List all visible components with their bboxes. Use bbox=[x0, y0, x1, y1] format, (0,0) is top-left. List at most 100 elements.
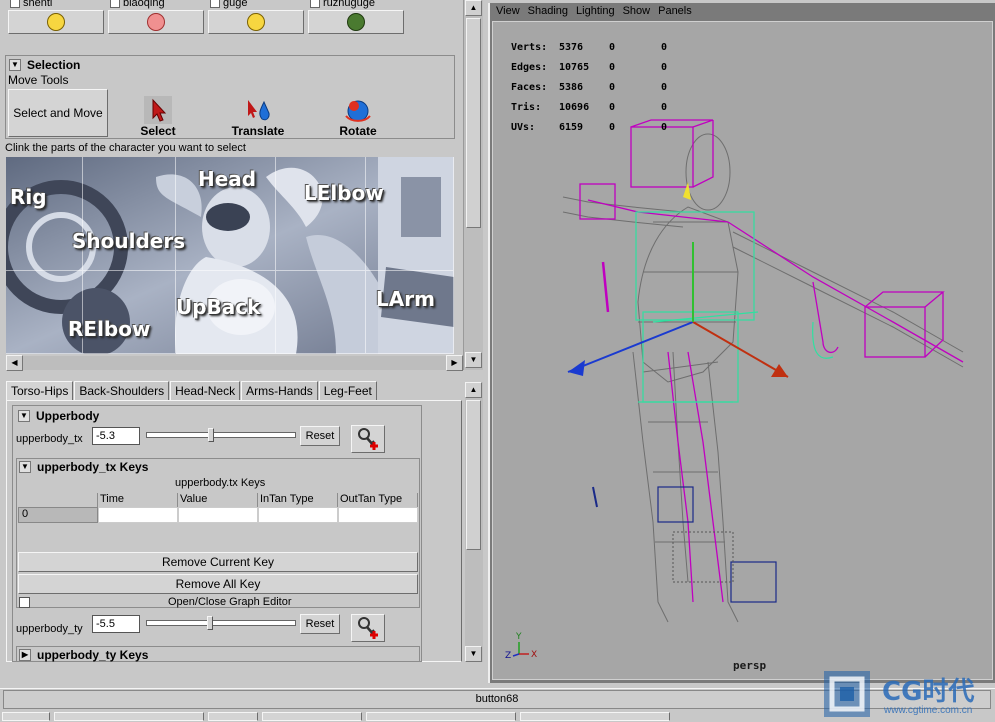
rotate-tool-button[interactable]: Rotate bbox=[328, 96, 388, 138]
soldier-face-icon bbox=[347, 13, 365, 31]
scroll-up-icon[interactable]: ▲ bbox=[465, 382, 482, 398]
collapse-arrow-icon[interactable]: ▼ bbox=[9, 59, 21, 71]
expression-cell-3: ruznuguge bbox=[306, 0, 406, 36]
scroll-down-icon[interactable]: ▼ bbox=[465, 646, 482, 662]
expand-arrow-icon[interactable]: ▶ bbox=[19, 649, 31, 661]
picker-cell[interactable] bbox=[366, 271, 454, 354]
tab-head-neck[interactable]: Head-Neck bbox=[170, 381, 241, 401]
cell-intan[interactable] bbox=[258, 507, 338, 523]
cgtime-logo-icon bbox=[824, 671, 870, 717]
picker-cell[interactable] bbox=[276, 157, 366, 271]
tab-torso-hips[interactable]: Torso-Hips bbox=[6, 381, 74, 401]
perspective-viewport[interactable]: View Shading Lighting Show Panels Y X Z … bbox=[488, 3, 995, 683]
taskbar-item[interactable] bbox=[2, 712, 50, 721]
axis-y-label: Y bbox=[515, 632, 522, 642]
expression-checkbox[interactable] bbox=[210, 0, 220, 8]
reset-ty-button[interactable]: Reset bbox=[300, 614, 340, 634]
picker-cell[interactable] bbox=[83, 157, 176, 271]
picker-cell[interactable] bbox=[83, 271, 176, 354]
expression-label: ruznuguge bbox=[323, 0, 375, 9]
scroll-thumb[interactable] bbox=[466, 18, 481, 228]
tab-vertical-scrollbar[interactable]: ▲ ▼ bbox=[465, 382, 483, 662]
upperbody-ty-field[interactable]: -5.5 bbox=[92, 615, 140, 633]
tab-leg-feet[interactable]: Leg-Feet bbox=[318, 381, 377, 401]
picker-horizontal-scrollbar[interactable]: ◀ ▶ bbox=[6, 355, 463, 371]
scroll-up-icon[interactable]: ▲ bbox=[465, 0, 482, 16]
scroll-thumb[interactable] bbox=[466, 400, 481, 550]
set-key-ty-button[interactable] bbox=[351, 614, 385, 642]
menu-show[interactable]: Show bbox=[623, 5, 651, 17]
expression-checkbox[interactable] bbox=[10, 0, 20, 8]
translate-tool-button[interactable]: Translate bbox=[228, 96, 288, 138]
menu-shading[interactable]: Shading bbox=[528, 5, 568, 17]
remove-all-key-button[interactable]: Remove All Key bbox=[18, 574, 418, 594]
character-picker-panel: shenti biaoqing guge ruznuguge ▼ Selecti… bbox=[0, 0, 486, 686]
select-tool-button[interactable]: Select bbox=[138, 96, 178, 138]
collapse-arrow-icon[interactable]: ▼ bbox=[19, 461, 31, 473]
maya-window: shenti biaoqing guge ruznuguge ▼ Selecti… bbox=[0, 0, 995, 722]
set-key-tx-button[interactable] bbox=[351, 425, 385, 453]
picker-vertical-scrollbar[interactable]: ▲ ▼ bbox=[463, 0, 483, 370]
expression-button-guge[interactable] bbox=[208, 10, 304, 34]
col-value: Value bbox=[178, 493, 258, 507]
viewport-menu-bar: View Shading Lighting Show Panels bbox=[496, 5, 692, 17]
scroll-down-icon[interactable]: ▼ bbox=[465, 352, 482, 368]
expression-button-biaoqing[interactable] bbox=[108, 10, 204, 34]
slider-handle[interactable] bbox=[208, 428, 215, 442]
reset-tx-button[interactable]: Reset bbox=[300, 426, 340, 446]
menu-view[interactable]: View bbox=[496, 5, 520, 17]
upperbody-tx-field[interactable]: -5.3 bbox=[92, 427, 140, 445]
picker-label-head[interactable]: Head bbox=[198, 167, 256, 191]
menu-panels[interactable]: Panels bbox=[658, 5, 692, 17]
expression-button-shenti[interactable] bbox=[8, 10, 104, 34]
picker-label-lelbow[interactable]: LElbow bbox=[304, 181, 384, 205]
axis-z-label: Z bbox=[505, 651, 511, 661]
expression-label: guge bbox=[223, 0, 248, 9]
slider-handle[interactable] bbox=[206, 616, 213, 630]
remove-current-key-button[interactable]: Remove Current Key bbox=[18, 552, 418, 572]
select-and-move-button[interactable]: Select and Move bbox=[8, 89, 108, 137]
poly-count-hud: Verts: 5376 0 0 Edges: 10765 0 0 Faces: 5386 0 0 … bbox=[511, 42, 667, 142]
scroll-right-icon[interactable]: ▶ bbox=[446, 355, 463, 371]
cgtime-watermark-logo: CG时代 www.cgtime.com.cn bbox=[820, 667, 995, 722]
expression-checkbox[interactable] bbox=[110, 0, 120, 8]
picker-label-rig[interactable]: Rig bbox=[10, 185, 47, 209]
cell-outtan[interactable] bbox=[338, 507, 418, 523]
cell-value[interactable] bbox=[178, 507, 258, 523]
axis-x-label: X bbox=[531, 650, 537, 660]
tab-arms-hands[interactable]: Arms-Hands bbox=[241, 381, 318, 401]
hud-row-faces: Faces: 5386 0 0 bbox=[511, 82, 668, 93]
col-time: Time bbox=[98, 493, 178, 507]
taskbar-item[interactable] bbox=[208, 712, 258, 721]
expression-checkbox[interactable] bbox=[310, 0, 320, 8]
table-row[interactable]: 0 bbox=[18, 507, 424, 523]
table-header: Time Value InTan Type OutTan Type bbox=[18, 493, 424, 507]
viewport-canvas[interactable]: Y X Z Verts: 5376 0 0 Edges: 10765 0 0 Faces: 5… bbox=[492, 21, 993, 680]
hud-row-uvs: UVs: 6159 0 0 bbox=[511, 122, 668, 133]
picker-label-shoulders[interactable]: Shoulders bbox=[72, 229, 185, 253]
upperbody-tx-slider[interactable] bbox=[146, 428, 296, 442]
picker-label-upback[interactable]: UpBack bbox=[176, 295, 260, 319]
taskbar-item[interactable] bbox=[54, 712, 204, 721]
upperbody-ty-slider[interactable] bbox=[146, 616, 296, 630]
picker-cell[interactable] bbox=[6, 271, 83, 354]
menu-lighting[interactable]: Lighting bbox=[576, 5, 615, 17]
scroll-left-icon[interactable]: ◀ bbox=[6, 355, 23, 371]
tab-back-shoulders[interactable]: Back-Shoulders bbox=[74, 381, 170, 401]
picker-cell[interactable] bbox=[6, 157, 83, 271]
taskbar-item[interactable] bbox=[262, 712, 362, 721]
upperbody-tx-label: upperbody_tx bbox=[16, 433, 83, 445]
collapse-arrow-icon[interactable]: ▼ bbox=[18, 410, 30, 422]
picker-cell[interactable] bbox=[366, 157, 454, 271]
expression-button-ruznuguge[interactable] bbox=[308, 10, 404, 34]
taskbar-item[interactable] bbox=[366, 712, 516, 721]
picker-label-larm[interactable]: LArm bbox=[376, 287, 435, 311]
translate-tool-icon bbox=[248, 100, 270, 121]
picker-label-relbow[interactable]: RElbow bbox=[68, 317, 150, 341]
select-tool-label: Select bbox=[140, 124, 176, 138]
cell-time[interactable] bbox=[98, 507, 178, 523]
taskbar-item[interactable] bbox=[520, 712, 670, 721]
picker-cell[interactable] bbox=[276, 271, 366, 354]
ty-keys-title: upperbody_ty Keys bbox=[37, 648, 149, 662]
graph-editor-checkbox[interactable] bbox=[19, 597, 30, 608]
